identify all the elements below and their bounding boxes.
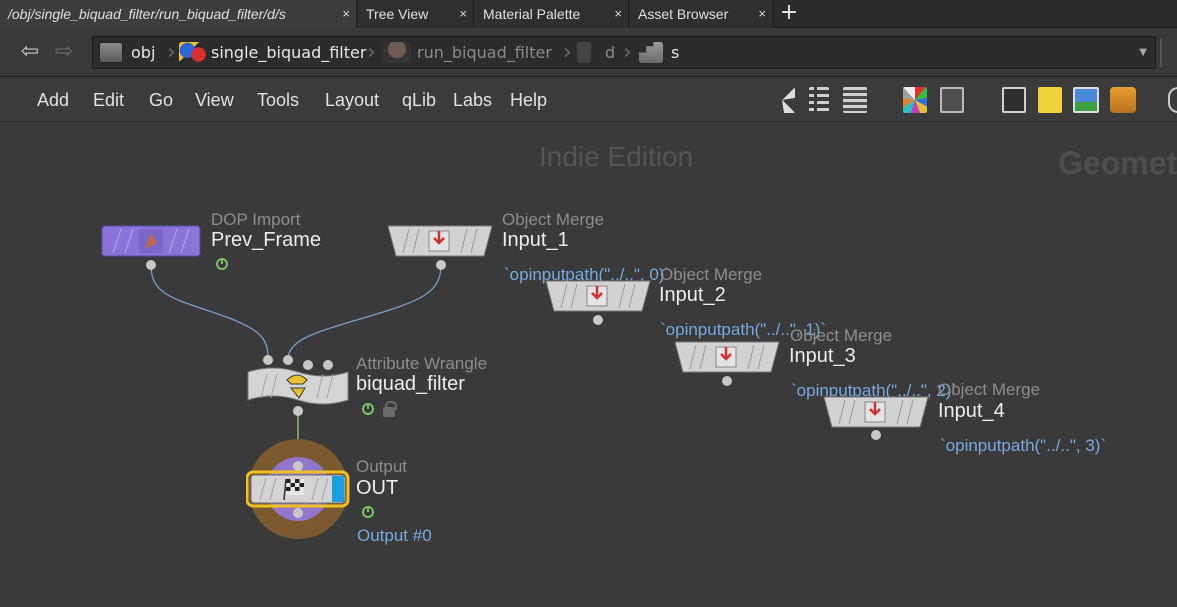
- input-connector[interactable]: [293, 461, 303, 471]
- tab-asset-browser[interactable]: Asset Browser ×: [630, 0, 773, 28]
- node-type-label: Object Merge: [790, 326, 893, 345]
- breadcrumb-s[interactable]: s: [671, 37, 679, 68]
- breadcrumb: obj › single_biquad_filter › run_biquad_…: [92, 36, 1156, 69]
- menu-layout[interactable]: Layout: [325, 90, 379, 111]
- image-icon[interactable]: [1073, 87, 1099, 113]
- merge-node-shape[interactable]: [674, 341, 780, 373]
- tab-bar: /obj/single_biquad_filter/run_biquad_fil…: [0, 0, 1177, 28]
- list-icon[interactable]: [843, 87, 867, 113]
- tab-label: Tree View: [366, 6, 429, 22]
- menu-qlib[interactable]: qLib: [402, 90, 436, 111]
- add-tab-button[interactable]: +: [776, 0, 802, 28]
- node-name-label[interactable]: biquad_filter: [356, 373, 465, 396]
- output-index-label: Output #0: [357, 526, 432, 545]
- help-icon[interactable]: [1168, 87, 1177, 113]
- wrangle-node-shape[interactable]: [247, 366, 349, 406]
- node-type-label: Object Merge: [660, 265, 763, 284]
- path-bar: ⇦ ⇨ obj › single_biquad_filter › run_biq…: [0, 29, 1177, 77]
- merge-node-shape[interactable]: [545, 280, 651, 312]
- menu-bar: Add Edit Go View Tools Layout qLib Labs …: [0, 78, 1177, 122]
- input-connector[interactable]: [263, 355, 273, 365]
- node-type-label: Object Merge: [938, 380, 1041, 399]
- display-flag-icon[interactable]: [216, 258, 228, 270]
- menu-labs[interactable]: Labs: [453, 90, 492, 111]
- display-flag-icon[interactable]: [362, 506, 374, 518]
- tab-label: /obj/single_biquad_filter/run_biquad_fil…: [8, 6, 286, 22]
- output-connector[interactable]: [593, 315, 603, 325]
- network-box-icon[interactable]: [1002, 87, 1026, 113]
- tab-network-path[interactable]: /obj/single_biquad_filter/run_biquad_fil…: [0, 0, 357, 28]
- node-name-label[interactable]: OUT: [356, 477, 398, 500]
- output-connector[interactable]: [871, 430, 881, 440]
- forward-arrow-icon[interactable]: ⇨: [50, 39, 78, 65]
- node-name-label[interactable]: Input_4: [938, 400, 1005, 423]
- output-connector[interactable]: [293, 508, 303, 518]
- breadcrumb-separator: ›: [623, 40, 632, 65]
- color-palette-icon[interactable]: [903, 87, 927, 113]
- pane-resize-handle[interactable]: [1160, 39, 1172, 67]
- display-flag-icon[interactable]: [362, 403, 374, 415]
- output-connector[interactable]: [722, 376, 732, 386]
- input-connector[interactable]: [283, 355, 293, 365]
- output-node-shape[interactable]: [246, 438, 350, 540]
- wires: [150, 264, 442, 466]
- node-name-label[interactable]: Input_2: [659, 284, 726, 307]
- menu-go[interactable]: Go: [149, 90, 173, 111]
- tab-tree-view[interactable]: Tree View ×: [358, 0, 474, 28]
- close-icon[interactable]: ×: [758, 0, 766, 28]
- tab-label: Material Palette: [483, 6, 581, 22]
- dopobject-icon: [577, 42, 591, 63]
- breadcrumb-single-biquad-filter[interactable]: single_biquad_filter: [211, 37, 366, 68]
- tree-icon[interactable]: [809, 87, 829, 113]
- dop-import-node-shape[interactable]: [101, 225, 201, 257]
- obj-icon: [99, 42, 123, 63]
- node-name-label[interactable]: Prev_Frame: [211, 229, 321, 252]
- breadcrumb-separator: ›: [563, 40, 572, 65]
- close-icon[interactable]: ×: [459, 0, 467, 28]
- close-icon[interactable]: ×: [614, 0, 622, 28]
- dopnet-icon: [383, 42, 411, 63]
- menu-view[interactable]: View: [195, 90, 234, 111]
- output-connector[interactable]: [293, 406, 303, 416]
- tools-icon[interactable]: [769, 87, 795, 113]
- tab-label: Asset Browser: [638, 6, 729, 22]
- menu-tools[interactable]: Tools: [257, 90, 299, 111]
- tab-material-palette[interactable]: Material Palette ×: [475, 0, 629, 28]
- menu-edit[interactable]: Edit: [93, 90, 124, 111]
- close-icon[interactable]: ×: [342, 0, 350, 28]
- breadcrumb-d[interactable]: d: [605, 37, 615, 68]
- breadcrumb-run-biquad-filter[interactable]: run_biquad_filter: [417, 37, 552, 68]
- lock-icon[interactable]: [383, 401, 397, 417]
- merge-node-shape[interactable]: [823, 396, 929, 428]
- breadcrumb-obj[interactable]: obj: [131, 37, 155, 68]
- output-connector[interactable]: [436, 260, 446, 270]
- wire-prev-frame[interactable]: [150, 264, 269, 359]
- breadcrumb-separator: ›: [167, 40, 176, 65]
- node-comment-expression: `opinputpath("../..", 3)`: [940, 436, 1107, 455]
- sop-icon: [639, 42, 663, 63]
- menu-help[interactable]: Help: [510, 90, 547, 111]
- wire-input-1[interactable]: [287, 264, 442, 359]
- geo-icon: [179, 42, 207, 63]
- merge-node-shape[interactable]: [387, 225, 493, 257]
- node-type-label: DOP Import: [211, 210, 301, 229]
- breadcrumb-separator: ›: [367, 40, 376, 65]
- node-name-label[interactable]: Input_3: [789, 345, 856, 368]
- node-name-label[interactable]: Input_1: [502, 229, 569, 252]
- sticky-note-icon[interactable]: [1038, 87, 1062, 113]
- menu-add[interactable]: Add: [37, 90, 69, 111]
- node-type-label: Object Merge: [502, 210, 605, 229]
- network-editor[interactable]: Indie Edition Geometry DOP Import Prev_F…: [0, 123, 1177, 607]
- output-connector[interactable]: [146, 260, 156, 270]
- subnet-icon[interactable]: [1110, 87, 1136, 113]
- shape-palette-icon[interactable]: [940, 87, 964, 113]
- chevron-down-icon[interactable]: ▼: [1139, 37, 1147, 68]
- node-type-label: Output: [356, 457, 408, 476]
- back-arrow-icon[interactable]: ⇦: [16, 39, 44, 65]
- node-type-label: Attribute Wrangle: [356, 354, 488, 373]
